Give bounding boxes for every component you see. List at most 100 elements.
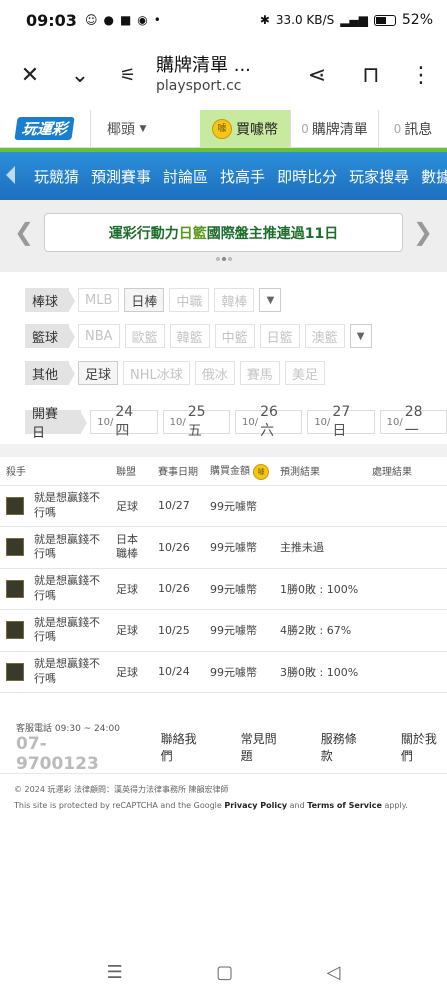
- page-title-block[interactable]: 購牌清單 ... playsport.cc: [148, 55, 297, 95]
- copyright-block: © 2024 玩運彩 法律顧問：漢英得力法律事務所 陳韻宏律師 This sit…: [0, 773, 447, 822]
- system-nav-bar: ☰ ▢ ◁: [0, 944, 447, 1000]
- player-name[interactable]: 就是想贏錢不行嗎: [34, 616, 108, 645]
- signal-icon: ▂▄▆: [340, 13, 368, 27]
- cs-phone[interactable]: 07-9700123: [16, 734, 127, 774]
- about-link[interactable]: 關於我們: [401, 730, 447, 764]
- avatar[interactable]: [6, 662, 24, 681]
- nav-item-livescore[interactable]: 即時比分: [277, 166, 337, 187]
- date-option[interactable]: 10/27 日: [307, 404, 375, 439]
- battery-level: 52%: [401, 12, 433, 28]
- table-row[interactable]: 就是想贏錢不行嗎 日本職棒 10/26 99元噱幣 主推未過: [0, 526, 447, 569]
- filter-cpbl[interactable]: 中職: [169, 288, 210, 312]
- amount-cell: 99元噱幣: [204, 609, 274, 652]
- terms-of-service-link[interactable]: Terms of Service: [307, 801, 382, 810]
- table-row[interactable]: 就是想贏錢不行嗎 足球 10/27 99元噱幣: [0, 485, 447, 527]
- date-cell: 10/26: [152, 568, 204, 610]
- home-icon[interactable]: ▢: [216, 962, 233, 983]
- privacy-policy-link[interactable]: Privacy Policy: [224, 801, 287, 810]
- faq-link[interactable]: 常見問題: [241, 730, 287, 764]
- filter-kbo[interactable]: 韓棒: [214, 288, 255, 312]
- recent-apps-icon[interactable]: ☰: [107, 962, 123, 983]
- avatar[interactable]: [6, 496, 24, 515]
- date-option[interactable]: 10/25 五: [162, 404, 230, 439]
- nav-item-forum[interactable]: 討論區: [163, 166, 208, 187]
- amount-cell: 99元噱幣: [204, 568, 274, 610]
- status-time: 09:03: [26, 10, 77, 30]
- avatar[interactable]: [6, 579, 24, 598]
- close-icon[interactable]: ✕: [10, 55, 50, 95]
- player-name[interactable]: 就是想贏錢不行嗎: [34, 533, 108, 562]
- expand-basketball-icon[interactable]: ▼: [349, 324, 372, 348]
- carousel-indicator: [216, 257, 232, 261]
- filter-npb[interactable]: 日棒: [124, 288, 165, 312]
- carousel-prev-icon[interactable]: ❮: [14, 218, 34, 246]
- site-logo[interactable]: 玩運彩: [0, 110, 90, 148]
- filter-russia-hockey[interactable]: 俄冰: [194, 361, 235, 385]
- terms-link[interactable]: 服務條款: [321, 730, 367, 764]
- table-row[interactable]: 就是想贏錢不行嗎 足球 10/24 99元噱幣 3勝0敗 : 100%: [0, 651, 447, 693]
- filter-au-bball[interactable]: 澳籃: [304, 324, 345, 348]
- network-speed: 33.0 KB/S: [275, 13, 335, 27]
- site-footer: 客服電話 09:30 ~ 24:00 07-9700123 聯絡我們 常見問題 …: [0, 722, 447, 774]
- team-selector[interactable]: 椰頭 ▼: [90, 109, 200, 148]
- result-cell: 4勝2敗 : 67%: [274, 609, 366, 652]
- col-process: 處理結果: [366, 457, 447, 486]
- table-row[interactable]: 就是想贏錢不行嗎 足球 10/25 99元噱幣 4勝2敗 : 67%: [0, 609, 447, 652]
- section-divider: [0, 444, 447, 457]
- filter-cn-bball[interactable]: 中籃: [214, 324, 255, 348]
- filter-nfl[interactable]: 美足: [284, 361, 325, 385]
- filter-label-baseball: 棒球: [25, 288, 76, 313]
- result-cell: 3勝0敗 : 100%: [274, 651, 366, 693]
- filter-jp-bball[interactable]: 日籃: [259, 324, 300, 348]
- page-title: 購牌清單 ...: [156, 55, 251, 76]
- share-icon[interactable]: ⋖: [297, 55, 337, 95]
- nav-item-player-search[interactable]: 玩家搜尋: [349, 166, 409, 187]
- league-cell: 足球: [110, 485, 152, 527]
- filter-mlb[interactable]: MLB: [78, 288, 120, 312]
- avatar[interactable]: [6, 621, 24, 640]
- filter-nhl[interactable]: NHL冰球: [123, 361, 190, 385]
- player-name[interactable]: 就是想贏錢不行嗎: [34, 657, 108, 686]
- filter-euro-bball[interactable]: 歐籃: [124, 324, 165, 348]
- filter-kor-bball[interactable]: 韓籃: [169, 324, 210, 348]
- site-settings-icon[interactable]: ⚟: [108, 55, 148, 95]
- filter-label-basketball: 籃球: [25, 324, 76, 349]
- more-menu-icon[interactable]: ⋮: [401, 55, 441, 95]
- buy-coins-button[interactable]: 噱 買噱幣: [200, 109, 290, 148]
- filter-nba[interactable]: NBA: [78, 324, 120, 348]
- nav-item-predict[interactable]: 預測賽事: [91, 166, 151, 187]
- result-cell: [274, 485, 366, 527]
- carousel-next-icon[interactable]: ❯: [413, 218, 433, 246]
- process-cell: [366, 568, 447, 610]
- league-cell: 足球: [110, 609, 152, 652]
- messages-button[interactable]: 0 訊息: [378, 109, 447, 148]
- chevron-down-icon[interactable]: ⌄: [60, 55, 100, 95]
- status-bar: 09:03 ☺ ● ■ ◉ • ✱ 33.0 KB/S ▂▄▆ 52%: [0, 0, 447, 40]
- player-name[interactable]: 就是想贏錢不行嗎: [34, 574, 108, 603]
- battery-icon: [373, 14, 396, 26]
- nav-item-guess[interactable]: 玩競猜: [34, 166, 79, 187]
- promo-banner[interactable]: 運彩行動力 日籃 國際盤主推連過11日: [44, 213, 403, 252]
- date-option[interactable]: 10/28 一: [379, 404, 447, 439]
- notification-icons: ☺ ● ■ ◉ •: [85, 13, 161, 27]
- filter-horse-racing[interactable]: 賽馬: [239, 361, 280, 385]
- footer-links: 聯絡我們 常見問題 服務條款 關於我們: [161, 730, 447, 764]
- player-name[interactable]: 就是想贏錢不行嗎: [34, 491, 108, 520]
- nav-item-data[interactable]: 數據: [421, 166, 447, 187]
- contact-link[interactable]: 聯絡我們: [161, 730, 207, 764]
- amount-cell: 99元噱幣: [204, 651, 274, 693]
- table-row[interactable]: 就是想贏錢不行嗎 足球 10/26 99元噱幣 1勝0敗 : 100%: [0, 568, 447, 610]
- filter-row-basketball: 籃球 NBA 歐籃 韓籃 中籃 日籃 澳籃 ▼: [25, 324, 372, 349]
- date-option[interactable]: 10/24 四: [90, 404, 158, 439]
- back-icon[interactable]: ◁: [326, 962, 340, 983]
- date-option[interactable]: 10/26 六: [234, 404, 303, 439]
- process-cell: [366, 526, 447, 569]
- bookmark-icon[interactable]: ⊓: [351, 55, 391, 95]
- coin-icon: 噱: [253, 463, 270, 480]
- filter-soccer[interactable]: 足球: [78, 361, 119, 385]
- date-cell: 10/24: [152, 651, 204, 693]
- avatar[interactable]: [6, 538, 24, 557]
- cart-button[interactable]: 0 購牌清單: [290, 109, 378, 148]
- nav-item-experts[interactable]: 找高手: [220, 166, 265, 187]
- expand-baseball-icon[interactable]: ▼: [259, 288, 282, 312]
